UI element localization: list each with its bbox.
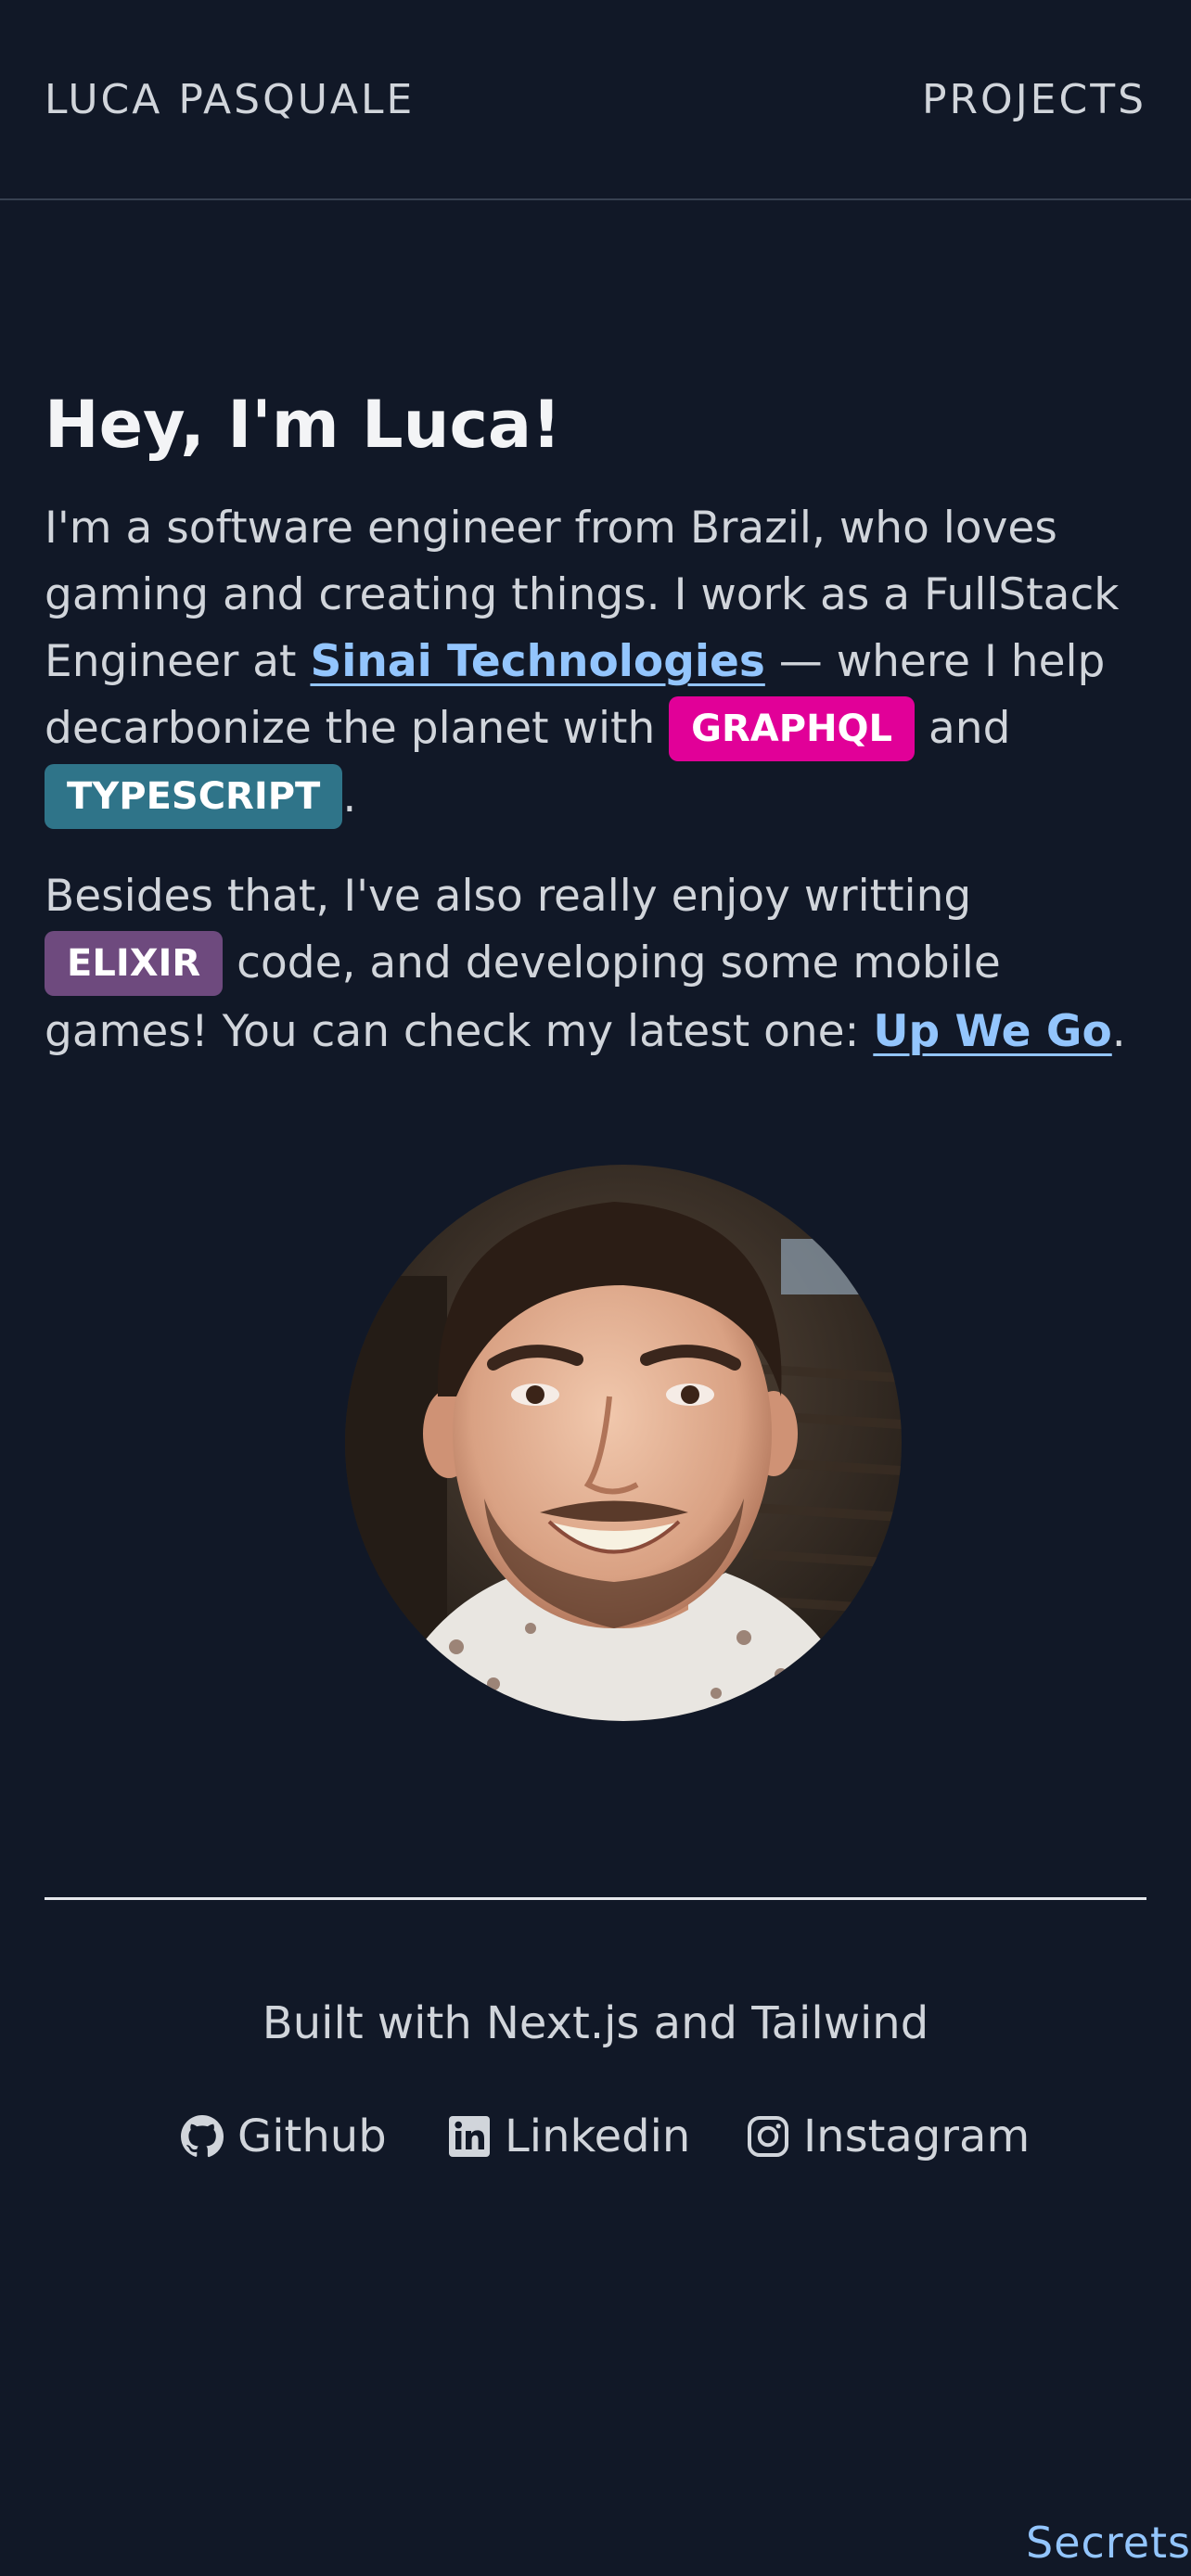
profile-photo: [345, 1165, 902, 1721]
brand-home-link[interactable]: LUCA PASQUALE: [45, 72, 415, 128]
intro-paragraph-1: I'm a software engineer from Brazil, who…: [45, 495, 1146, 832]
instagram-label: Instagram: [803, 2111, 1031, 2162]
game-link[interactable]: Up We Go: [873, 1006, 1111, 1057]
top-navbar: LUCA PASQUALE PROJECTS: [0, 0, 1191, 200]
intro-text: .: [342, 771, 357, 823]
instagram-link[interactable]: Instagram: [746, 2105, 1030, 2168]
intro-paragraph-2: Besides that, I've also really enjoy wri…: [45, 863, 1146, 1065]
github-link[interactable]: Github: [180, 2105, 387, 2168]
github-label: Github: [237, 2111, 387, 2162]
secrets-link[interactable]: Secrets: [1026, 2515, 1191, 2570]
intro-text: Besides that, I've also really enjoy wri…: [45, 871, 972, 922]
instagram-icon: [746, 2114, 790, 2159]
intro-section: Hey, I'm Luca! I'm a software engineer f…: [45, 380, 1146, 1065]
intro-text: .: [1111, 1005, 1126, 1057]
linkedin-link[interactable]: Linkedin: [447, 2105, 690, 2168]
github-icon: [180, 2114, 224, 2159]
elixir-badge: ELIXIR: [45, 930, 224, 996]
company-link[interactable]: Sinai Technologies: [310, 636, 764, 687]
linkedin-label: Linkedin: [505, 2111, 691, 2162]
built-with-text: Built with Next.js and Tailwind: [262, 1997, 929, 2049]
graphql-badge: GRAPHQL: [669, 695, 916, 761]
typescript-badge: TYPESCRIPT: [45, 764, 343, 829]
page-heading: Hey, I'm Luca!: [45, 387, 562, 463]
intro-text: and: [915, 703, 1011, 754]
profile-photo-illustration: [345, 1165, 902, 1721]
footer-divider: [45, 1897, 1146, 1900]
linkedin-icon: [447, 2114, 492, 2159]
nav-projects-link[interactable]: PROJECTS: [922, 72, 1146, 128]
